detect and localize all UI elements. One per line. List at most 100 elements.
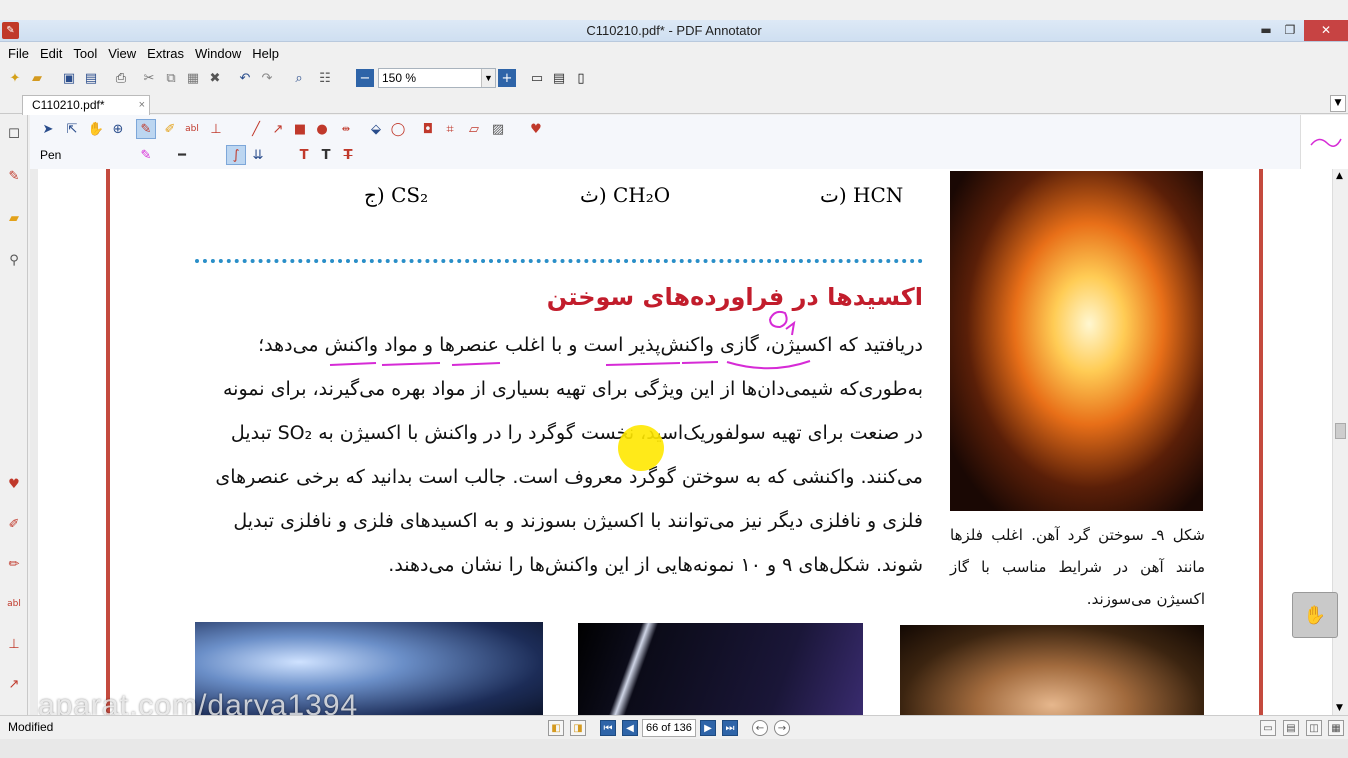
favorites-icon[interactable]: ♥	[526, 119, 546, 139]
document-tab[interactable]: C110210.pdf* ×	[22, 95, 150, 115]
hand-tool-icon[interactable]: ✋	[86, 119, 106, 139]
zoom-select[interactable]: 150 % ▼	[378, 68, 496, 88]
rectangle-tool-icon[interactable]: ■	[290, 119, 310, 139]
line-width-icon[interactable]: ━	[172, 145, 192, 165]
hand-icon: ✋	[1303, 604, 1327, 626]
close-tab-icon[interactable]: ×	[139, 96, 145, 115]
select-arrow-icon[interactable]: ➤	[38, 119, 58, 139]
maximize-button[interactable]: ❐	[1276, 20, 1304, 41]
camera-icon[interactable]: ◘	[418, 119, 438, 139]
copy-icon[interactable]: ⧉	[162, 69, 180, 87]
highlighter-tool-icon[interactable]: ✐	[5, 515, 23, 533]
pen-preview	[1300, 115, 1348, 169]
page-number-input[interactable]: 66 of 136	[642, 719, 696, 737]
zoom-tool-icon[interactable]: ⊕	[108, 119, 128, 139]
document-view[interactable]: HCN (ت CH₂O (ث CS₂ (ج اکسیدها در فراورده…	[30, 169, 1332, 715]
favorites-heart-icon[interactable]: ♥	[5, 475, 23, 493]
cut-icon[interactable]: ✂	[140, 69, 158, 87]
open-folder-icon[interactable]: ▰	[28, 69, 46, 87]
eraser-icon[interactable]: ⬙	[366, 119, 386, 139]
text-format-2-icon[interactable]: T	[316, 145, 336, 165]
undo-icon[interactable]: ↶	[236, 69, 254, 87]
prev-view-folder-icon[interactable]: ◧	[548, 720, 564, 736]
scroll-down-icon[interactable]: ▼	[1336, 703, 1343, 713]
chevron-down-icon[interactable]: ▼	[481, 69, 495, 87]
new-file-icon[interactable]: ✦	[6, 69, 24, 87]
layout-icon[interactable]: ☷	[316, 69, 334, 87]
pen-active-icon[interactable]: ✎	[136, 119, 156, 139]
bookmarks-panel-icon[interactable]: ▰	[5, 209, 23, 227]
two-page-continuous-icon[interactable]: ▦	[1328, 720, 1344, 736]
pdf-annotator-window: ✎ C110210.pdf* - PDF Annotator ▬ ❐ ✕ Fil…	[0, 0, 1348, 758]
back-icon[interactable]: ←	[752, 720, 768, 736]
single-page-view-icon[interactable]: ▭	[1260, 720, 1276, 736]
first-page-icon[interactable]: ⏮	[600, 720, 616, 736]
stamp-icon[interactable]: ⊥	[5, 635, 23, 653]
menu-help[interactable]: Help	[252, 46, 279, 61]
continuous-view-icon[interactable]: ▤	[1283, 720, 1299, 736]
find-icon[interactable]: ⌕	[290, 69, 308, 87]
pen-color-icon[interactable]: ✎	[136, 145, 156, 165]
print-icon[interactable]: ⎙	[112, 69, 130, 87]
annotations-panel-icon[interactable]: ✎	[5, 167, 23, 185]
menu-file[interactable]: File	[8, 46, 29, 61]
delete-icon[interactable]: ✖	[206, 69, 224, 87]
scroll-thumb[interactable]	[1335, 423, 1346, 439]
two-page-view-icon[interactable]: ◫	[1306, 720, 1322, 736]
watermark: aparat.com/darya1394	[38, 689, 359, 715]
main-toolbar: ✦ ▰ ▣ ▤ ⎙ ✂ ⧉ ▦ ✖ ↶ ↷ ⌕ ☷ − 150 % ▼ + ▭ …	[0, 66, 1348, 91]
measure-icon[interactable]: ⇹	[336, 119, 356, 139]
close-button[interactable]: ✕	[1304, 20, 1348, 41]
menu-extras[interactable]: Extras	[147, 46, 184, 61]
previous-page-icon[interactable]: ◀	[622, 720, 638, 736]
fullscreen-icon[interactable]: ▯	[572, 69, 590, 87]
attachments-panel-icon[interactable]: ⚲	[5, 251, 23, 269]
menu-window[interactable]: Window	[195, 46, 241, 61]
pen-stroke-preview-icon	[1310, 138, 1342, 147]
tab-list-dropdown[interactable]: ▼	[1330, 95, 1346, 112]
insert-image-icon[interactable]: ▨	[488, 119, 508, 139]
zoom-in-icon[interactable]: +	[498, 69, 516, 87]
current-tool-label: Pen	[40, 148, 62, 162]
select-text-icon[interactable]: ⇱	[62, 119, 82, 139]
ruler-icon[interactable]: ▱	[464, 119, 484, 139]
last-page-icon[interactable]: ⏭	[722, 720, 738, 736]
menu-edit[interactable]: Edit	[40, 46, 62, 61]
crop-icon[interactable]: ⌗	[440, 119, 460, 139]
window-title: C110210.pdf* - PDF Annotator	[586, 23, 762, 38]
status-modified: Modified	[8, 720, 54, 734]
stamp-tool-icon[interactable]: ⊥	[206, 119, 226, 139]
text-box-icon[interactable]: abl	[5, 595, 23, 613]
text-format-icon[interactable]: T	[294, 145, 314, 165]
save-as-icon[interactable]: ▤	[82, 69, 100, 87]
lasso-icon[interactable]: ◯	[388, 119, 408, 139]
fit-page-icon[interactable]: ▭	[528, 69, 546, 87]
figure-photo-3	[900, 625, 1204, 715]
pen-tool-icon[interactable]: ✏	[5, 555, 23, 573]
next-page-icon[interactable]: ▶	[700, 720, 716, 736]
marker-icon[interactable]: ✐	[160, 119, 180, 139]
smooth-stroke-icon[interactable]: ∫	[226, 145, 246, 165]
paste-icon[interactable]: ▦	[184, 69, 202, 87]
fit-width-icon[interactable]: ▤	[550, 69, 568, 87]
straighten-icon[interactable]: ⇊	[248, 145, 268, 165]
ellipse-tool-icon[interactable]: ●	[312, 119, 332, 139]
next-view-folder-icon[interactable]: ◨	[570, 720, 586, 736]
arrow-tool-icon[interactable]: ↗	[5, 675, 23, 693]
forward-icon[interactable]: →	[774, 720, 790, 736]
redo-icon[interactable]: ↷	[258, 69, 276, 87]
zoom-out-icon[interactable]: −	[356, 69, 374, 87]
strikeout-icon[interactable]: T	[338, 145, 358, 165]
menu-view[interactable]: View	[108, 46, 136, 61]
menu-bar: File Edit Tool View Extras Window Help	[0, 43, 1348, 64]
hand-pan-button[interactable]: ✋	[1292, 592, 1338, 638]
menu-tool[interactable]: Tool	[73, 46, 97, 61]
typewriter-icon[interactable]: abl	[182, 119, 202, 139]
save-icon[interactable]: ▣	[60, 69, 78, 87]
status-bar: Modified ◧ ◨ ⏮ ◀ 66 of 136 ▶ ⏭ ← → ▭ ▤ ◫…	[0, 715, 1348, 739]
pages-panel-icon[interactable]: ☐	[5, 125, 23, 143]
line-tool-icon[interactable]: ╱	[246, 119, 266, 139]
arrow-line-icon[interactable]: ↗	[268, 119, 288, 139]
left-sidebar: ☐ ✎ ▰ ⚲ ♥ ✐ ✏ abl ⊥ ↗	[0, 115, 28, 715]
scroll-up-icon[interactable]: ▲	[1336, 171, 1343, 181]
